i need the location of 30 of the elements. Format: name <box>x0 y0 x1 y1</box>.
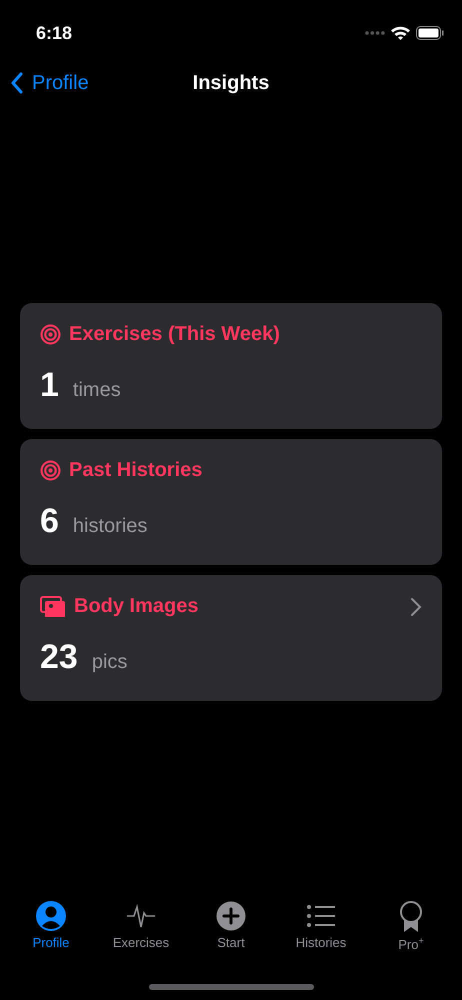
tab-item[interactable]: Profile <box>7 901 95 952</box>
status-time: 6:18 <box>36 22 72 44</box>
screen-title: Insights <box>192 72 270 94</box>
card-title: Past Histories <box>69 459 204 482</box>
card-title: Exercises (This Week) <box>69 323 281 346</box>
signal-icon <box>365 31 385 35</box>
card-value: 6 <box>40 502 59 541</box>
plus-icon <box>216 901 246 931</box>
target-icon <box>40 324 61 345</box>
card-unit: times <box>72 379 121 402</box>
card-unit: histories <box>72 515 148 538</box>
insight-card[interactable]: Past Histories 6 histories <box>20 439 442 565</box>
person-icon <box>36 901 66 931</box>
insight-card[interactable]: Exercises (This Week) 1 times <box>20 303 442 429</box>
wifi-icon <box>391 26 410 40</box>
tab-item[interactable]: Pro$^{+}$ <box>367 901 455 952</box>
card-value: 1 <box>40 366 59 405</box>
back-chevron-icon <box>10 72 24 94</box>
target-icon <box>40 460 61 481</box>
tab-item[interactable]: Start <box>187 901 275 952</box>
tab-item[interactable]: Histories <box>277 901 365 952</box>
tab-item[interactable]: Exercises <box>97 901 185 952</box>
award-icon <box>399 901 423 933</box>
photos-icon <box>40 596 66 618</box>
card-value: 23 <box>40 638 78 677</box>
insight-card[interactable]: Body Images 23 pics <box>20 575 442 701</box>
card-unit: pics <box>92 651 128 674</box>
card-title: Body Images <box>74 595 200 618</box>
battery-icon <box>416 26 444 40</box>
back-button[interactable]: Profile <box>10 54 89 112</box>
